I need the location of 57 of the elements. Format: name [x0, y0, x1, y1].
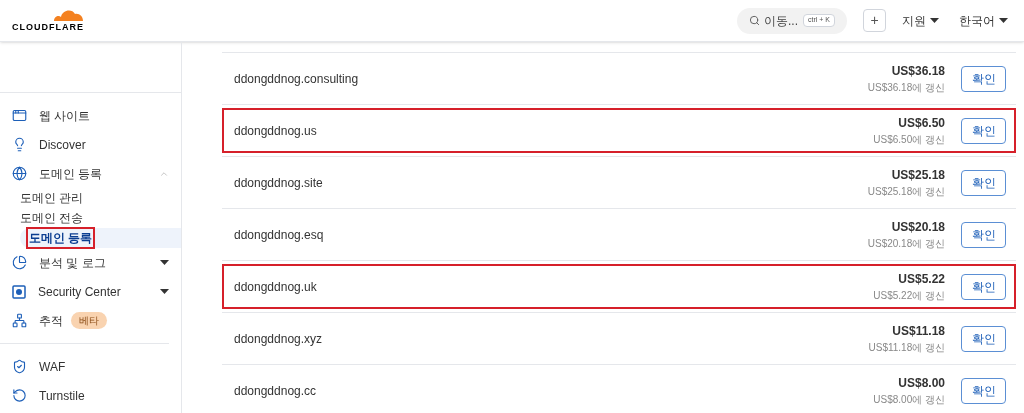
pie-chart-icon — [12, 255, 27, 270]
domain-name: ddongddnog.consulting — [234, 70, 360, 88]
domain-price: US$5.22 — [898, 271, 945, 288]
caret-icon — [999, 18, 1008, 23]
sidebar-item[interactable]: WAF — [0, 352, 181, 381]
caret-icon — [930, 18, 939, 23]
globe-icon — [12, 166, 27, 181]
sidebar-item[interactable]: 도메인 등록 — [0, 159, 181, 188]
shield-icon — [12, 359, 27, 374]
add-button[interactable]: + — [863, 9, 886, 32]
beta-badge: 베타 — [71, 312, 107, 329]
renewal-price: US$25.18에 갱신 — [867, 185, 945, 199]
domain-name: ddongddnog.uk — [234, 278, 318, 296]
domain-price: US$20.18 — [891, 219, 945, 236]
domain-price: US$25.18 — [891, 167, 945, 184]
lightbulb-icon — [12, 137, 27, 152]
confirm-button[interactable]: 확인 — [961, 221, 1006, 248]
renewal-price: US$11.18에 갱신 — [868, 341, 945, 355]
confirm-button[interactable]: 확인 — [961, 377, 1006, 404]
confirm-button[interactable]: 확인 — [961, 65, 1006, 92]
domain-name: ddongddnog.xyz — [234, 330, 324, 348]
renewal-price: US$5.22에 갱신 — [873, 289, 945, 303]
domain-price: US$6.50 — [898, 115, 945, 132]
domain-name: ddongddnog.site — [234, 174, 324, 192]
renewal-price: US$6.50에 갱신 — [873, 133, 945, 147]
renewal-price: US$36.18에 갱신 — [867, 81, 945, 95]
sidebar-item[interactable]: Turnstile — [0, 381, 181, 410]
confirm-button[interactable]: 확인 — [961, 117, 1006, 144]
confirm-button[interactable]: 확인 — [961, 273, 1006, 300]
domain-price: US$11.18 — [892, 323, 945, 340]
shield-icon — [12, 284, 26, 299]
domain-price: US$8.00 — [898, 375, 945, 392]
domain-name: ddongddnog.us — [234, 122, 318, 140]
window-icon — [12, 108, 27, 123]
sidebar-item[interactable]: 추적 베타 — [0, 306, 181, 335]
caret-icon — [160, 289, 169, 294]
cloudflare-logo[interactable]: CLOUDFLARE — [12, 6, 84, 35]
sidebar-item[interactable]: Discover — [0, 130, 181, 159]
confirm-button[interactable]: 확인 — [961, 325, 1006, 352]
dropdown-menu[interactable]: 지원 — [902, 11, 939, 30]
sidebar-item[interactable]: Security Center — [0, 277, 181, 306]
dropdown-menu[interactable]: 한국어 — [959, 11, 1008, 30]
sidebar-subitem[interactable]: 도메인 관리 — [20, 188, 181, 208]
refresh-icon — [12, 388, 27, 403]
sidebar-item[interactable]: 웹 사이트 — [0, 101, 181, 130]
sidebar-subitem[interactable]: 도메인 전송 — [20, 208, 181, 228]
domain-name: ddongddnog.cc — [234, 382, 318, 400]
caret-icon — [160, 260, 169, 265]
sidebar-subitem[interactable]: 도메인 등록 — [20, 228, 181, 248]
search-icon — [749, 15, 760, 26]
confirm-button[interactable]: 확인 — [961, 169, 1006, 196]
renewal-price: US$8.00에 갱신 — [873, 393, 945, 407]
network-icon — [12, 313, 27, 328]
domain-name: ddongddnog.esq — [234, 226, 325, 244]
sidebar-item[interactable]: 분석 및 로그 — [0, 248, 181, 277]
domain-price: US$36.18 — [891, 63, 945, 80]
renewal-price: US$20.18에 갱신 — [867, 237, 945, 251]
